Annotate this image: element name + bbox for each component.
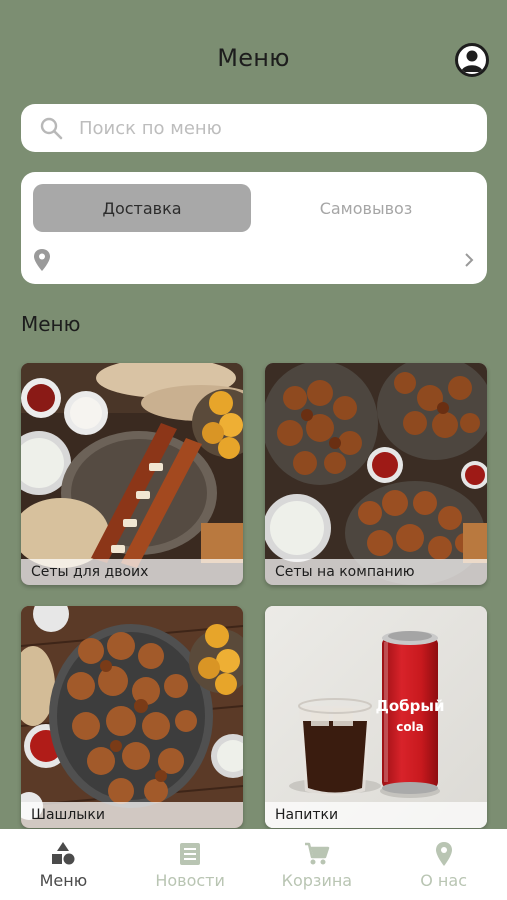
page-title: Меню [217, 44, 290, 72]
can-subtitle: cola [396, 720, 424, 734]
category-label: Напитки [265, 802, 487, 828]
can-brand: Добрый [376, 697, 445, 715]
food-photo [21, 363, 243, 585]
category-label: Сеты для двоих [21, 559, 243, 585]
category-tile-sets-for-company[interactable]: Сеты на компанию [265, 363, 487, 585]
news-icon [180, 843, 201, 865]
section-title: Меню [21, 312, 81, 336]
tab-label: О нас [420, 871, 467, 890]
category-tile-shashlik[interactable]: Шашлыки [21, 606, 243, 828]
bottom-tab-bar: Меню Новости Корзина О нас [0, 829, 507, 900]
search-placeholder: Поиск по меню [79, 117, 222, 139]
search-input[interactable]: Поиск по меню [21, 104, 487, 152]
tab-label: Меню [39, 871, 88, 890]
drink-photo: Добрый cola [265, 606, 487, 828]
chevron-right-icon [465, 253, 474, 267]
tab-news[interactable]: Новости [127, 829, 254, 900]
location-pin-icon [435, 842, 452, 866]
cart-icon [304, 842, 330, 865]
delivery-mode-card: Доставка Самовывоз [21, 172, 487, 284]
food-photo [21, 606, 243, 828]
location-pin-icon [34, 249, 50, 271]
user-icon [461, 50, 483, 72]
tab-label: Корзина [281, 871, 353, 890]
search-icon [40, 117, 63, 140]
tab-pickup[interactable]: Самовывоз [257, 184, 475, 232]
tab-delivery[interactable]: Доставка [33, 184, 251, 232]
category-tile-drinks[interactable]: Добрый cola Напитки [265, 606, 487, 828]
tab-cart[interactable]: Корзина [254, 829, 381, 900]
food-photo [265, 363, 487, 585]
category-tile-sets-for-two[interactable]: Сеты для двоих [21, 363, 243, 585]
header: Меню [0, 0, 507, 100]
tab-label: Новости [155, 871, 225, 890]
tab-about[interactable]: О нас [380, 829, 507, 900]
shapes-icon [52, 842, 75, 865]
category-label: Шашлыки [21, 802, 243, 828]
profile-button[interactable] [455, 43, 489, 77]
address-selector[interactable] [33, 246, 475, 274]
tab-menu[interactable]: Меню [0, 829, 127, 900]
category-label: Сеты на компанию [265, 559, 487, 585]
